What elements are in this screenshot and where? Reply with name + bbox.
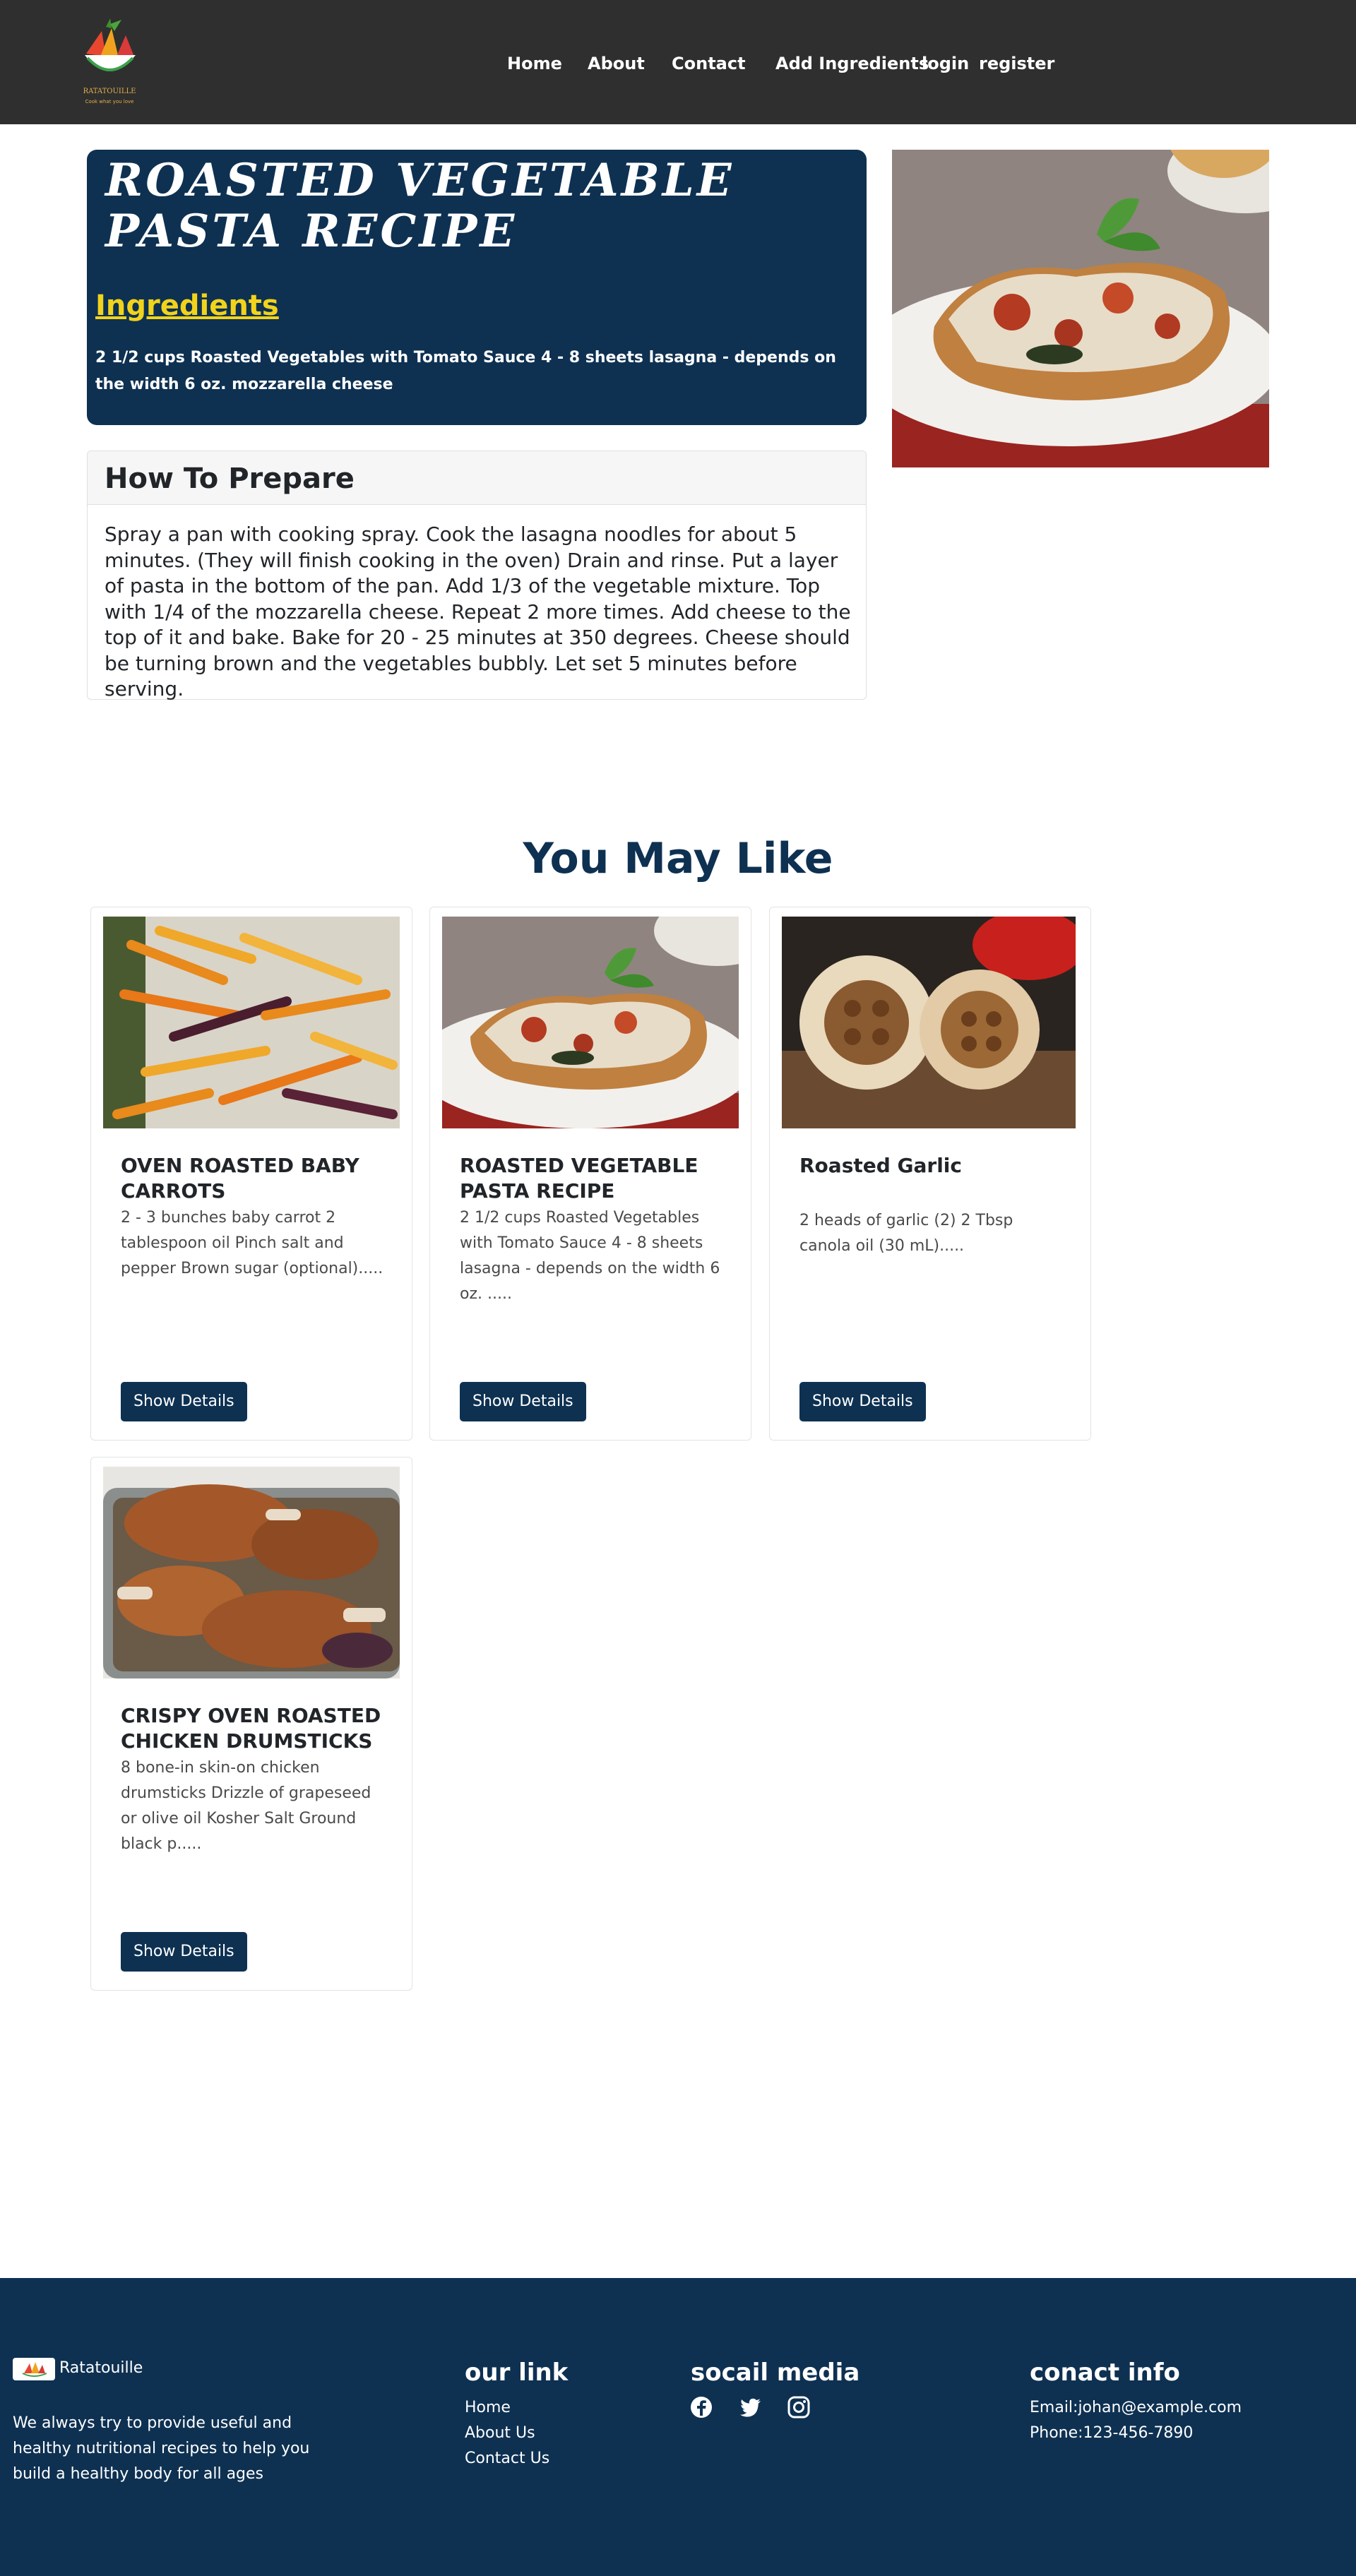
footer-link-about-us[interactable]: About Us bbox=[465, 2421, 535, 2446]
recipe-header: ROASTED VEGETABLE PASTA RECIPE Ingredien… bbox=[87, 150, 867, 425]
you-may-like-heading: You May Like bbox=[523, 834, 833, 883]
card-text: 2 - 3 bunches baby carrot 2 tablespoon o… bbox=[121, 1209, 383, 1277]
recipe-card: ROASTED VEGETABLE PASTA RECIPE 2 1/2 cup… bbox=[429, 907, 751, 1441]
facebook-icon[interactable] bbox=[689, 2395, 713, 2419]
prepare-instructions: Spray a pan with cooking spray. Cook the… bbox=[105, 523, 851, 700]
footer-link-home[interactable]: Home bbox=[465, 2395, 511, 2421]
footer-contact-heading: conact info bbox=[1030, 2359, 1180, 2387]
main-nav: Home About Contact Add Ingredients login… bbox=[0, 51, 1356, 76]
show-details-button[interactable]: Show Details bbox=[460, 1382, 586, 1421]
nav-home[interactable]: Home bbox=[507, 51, 562, 76]
show-details-button[interactable]: Show Details bbox=[121, 1382, 247, 1421]
show-details-button[interactable]: Show Details bbox=[799, 1382, 926, 1421]
svg-text:Cook what you love: Cook what you love bbox=[85, 99, 134, 105]
footer-link-contact-us[interactable]: Contact Us bbox=[465, 2446, 549, 2471]
card-title: CRISPY OVEN ROASTED CHICKEN DRUMSTICKS bbox=[121, 1704, 381, 1753]
recipe-card: OVEN ROASTED BABY CARROTS 2 - 3 bunches … bbox=[90, 907, 412, 1441]
card-image-lasagna bbox=[442, 917, 739, 1128]
show-details-button[interactable]: Show Details bbox=[121, 1932, 247, 1972]
ingredients-heading: Ingredients bbox=[95, 290, 279, 322]
twitter-icon[interactable] bbox=[739, 2395, 763, 2419]
card-image-drumsticks bbox=[103, 1467, 400, 1678]
footer-about-text: We always try to provide useful and heal… bbox=[13, 2414, 310, 2483]
instagram-icon[interactable] bbox=[787, 2395, 811, 2419]
recipe-title: ROASTED VEGETABLE PASTA RECIPE bbox=[105, 154, 734, 258]
site-footer: Ratatouille We always try to provide use… bbox=[0, 2278, 1356, 2576]
footer-email: Email:johan@example.com bbox=[1030, 2399, 1242, 2416]
nav-login[interactable]: login bbox=[922, 51, 969, 76]
ingredients-list: 2 1/2 cups Roasted Vegetables with Tomat… bbox=[95, 349, 836, 393]
footer-logo[interactable] bbox=[13, 2358, 55, 2380]
footer-brand: Ratatouille bbox=[59, 2359, 143, 2377]
nav-add-ingredients[interactable]: Add Ingredients bbox=[775, 51, 929, 76]
card-title: OVEN ROASTED BABY CARROTS bbox=[121, 1154, 359, 1203]
nav-about[interactable]: About bbox=[588, 51, 645, 76]
footer-social-heading: socail media bbox=[691, 2359, 860, 2387]
card-title: ROASTED VEGETABLE PASTA RECIPE bbox=[460, 1154, 698, 1203]
card-text: 2 1/2 cups Roasted Vegetables with Tomat… bbox=[460, 1209, 720, 1303]
prepare-heading: How To Prepare bbox=[105, 463, 355, 495]
card-title: Roasted Garlic bbox=[799, 1154, 963, 1177]
footer-links-heading: our link bbox=[465, 2359, 569, 2387]
recipe-card: CRISPY OVEN ROASTED CHICKEN DRUMSTICKS 8… bbox=[90, 1457, 412, 1991]
nav-register[interactable]: register bbox=[979, 51, 1054, 76]
card-text: 8 bone-in skin-on chicken drumsticks Dri… bbox=[121, 1759, 371, 1853]
footer-phone: Phone:123-456-7890 bbox=[1030, 2424, 1194, 2442]
recipe-card: Roasted Garlic 2 heads of garlic (2) 2 T… bbox=[769, 907, 1091, 1441]
navbar: RATATOUILLE Cook what you love Home Abou… bbox=[0, 0, 1356, 124]
prepare-card: How To Prepare Spray a pan with cooking … bbox=[87, 451, 867, 700]
nav-contact[interactable]: Contact bbox=[672, 51, 746, 76]
card-text: 2 heads of garlic (2) 2 Tbsp canola oil … bbox=[799, 1212, 1013, 1255]
card-image-garlic bbox=[782, 917, 1076, 1128]
svg-text:RATATOUILLE: RATATOUILLE bbox=[83, 88, 136, 95]
card-image-carrots bbox=[103, 917, 400, 1128]
recipe-hero-image bbox=[892, 150, 1269, 467]
prepare-card-header: How To Prepare bbox=[88, 451, 866, 505]
